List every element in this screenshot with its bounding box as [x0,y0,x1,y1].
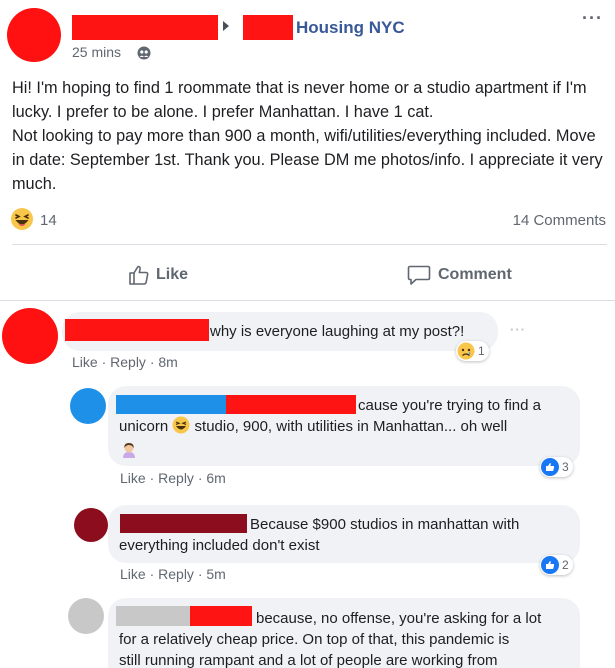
reply-meta: Like · Reply · 5m [120,566,226,582]
replier-avatar[interactable] [68,598,104,634]
reply-reply-link[interactable]: Reply [158,470,194,486]
comment-count-link[interactable]: 14 Comments [513,212,606,229]
group-name-link[interactable]: Housing NYC [296,18,405,38]
reply-time[interactable]: 5m [206,566,225,582]
like-label: Like [156,266,189,283]
divider [0,300,615,301]
comment-text: why is everyone laughing at my post?! [210,323,465,340]
thumbs-up-icon [129,265,149,285]
commenter-name-redacted[interactable] [65,319,209,341]
reply-meta: Like · Reply · 6m [120,470,226,486]
reply-reaction-count: 2 [562,558,569,572]
comment-reaction-count: 1 [478,344,485,358]
reply-reaction-badge[interactable]: 3 [540,457,573,477]
post-body: Hi! I'm hoping to find 1 roommate that i… [12,76,610,196]
reply-text: still running rampant and a lot of peopl… [119,652,498,668]
reply-reaction-count: 3 [562,460,569,474]
reply-bubble: cause you're trying to find a unicorn st… [108,386,580,466]
post-paragraph: Not looking to pay more than 900 a month… [12,127,603,193]
group-prefix-redacted[interactable] [243,15,293,40]
comment-reply-link[interactable]: Reply [110,354,146,370]
reply-text: cause you're trying to find a [358,397,541,414]
reply-like-link[interactable]: Like [120,470,146,486]
comment-like-link[interactable]: Like [72,354,98,370]
reply-text: for a relatively cheap price. On top of … [119,631,510,648]
reply-text: because, no offense, you're asking for a… [256,610,542,627]
replier-name-redacted[interactable] [226,395,356,414]
like-reaction-icon [541,556,559,574]
sad-reaction-icon [457,342,475,360]
replier-name-redacted-gray[interactable] [116,606,196,626]
like-reaction-icon [541,458,559,476]
comment-button[interactable]: Comment [407,262,512,288]
reply-time[interactable]: 6m [206,470,225,486]
more-options-icon[interactable]: ··· [582,8,603,29]
replier-name-redacted[interactable] [190,606,252,626]
comment-time[interactable]: 8m [158,354,177,370]
comment-label: Comment [438,266,512,283]
poster-avatar[interactable] [7,8,61,62]
group-audience-icon [137,46,151,60]
right-arrow-icon [223,21,229,31]
laughing-emoji-icon [172,416,190,434]
reply-reply-link[interactable]: Reply [158,566,194,582]
comment-more-icon[interactable]: ··· [510,322,526,337]
commenter-avatar[interactable] [2,308,58,364]
woman-facepalm-emoji-icon [123,443,135,458]
replier-avatar[interactable] [70,388,106,424]
haha-reaction-icon [11,208,33,230]
replier-name-redacted-blue[interactable] [116,395,232,414]
reply-text: everything included don't exist [119,537,320,554]
like-button[interactable]: Like [128,262,188,288]
speech-bubble-icon [407,265,431,285]
reply-text: Because $900 studios in manhattan with [250,516,520,533]
post-paragraph: Hi! I'm hoping to find 1 roommate that i… [12,79,587,121]
reply-bubble: because, no offense, you're asking for a… [108,598,580,668]
comment-meta: Like · Reply · 8m [72,354,178,370]
replier-name-redacted[interactable] [120,514,247,533]
comment-reaction-badge[interactable]: 1 [456,341,489,361]
reply-reaction-badge[interactable]: 2 [540,555,573,575]
reply-bubble: Because $900 studios in manhattan with e… [108,505,580,563]
reply-text-line: unicorn studio, 900, with utilities in M… [119,416,508,435]
reply-like-link[interactable]: Like [120,566,146,582]
replier-avatar[interactable] [74,508,108,542]
divider [12,244,607,245]
reaction-count: 14 [40,212,57,229]
post-timestamp[interactable]: 25 mins [72,44,121,60]
comment-bubble: why is everyone laughing at my post?! [62,312,498,351]
poster-name-redacted[interactable] [72,15,218,40]
post-header: Housing NYC 25 mins ··· [0,0,615,70]
